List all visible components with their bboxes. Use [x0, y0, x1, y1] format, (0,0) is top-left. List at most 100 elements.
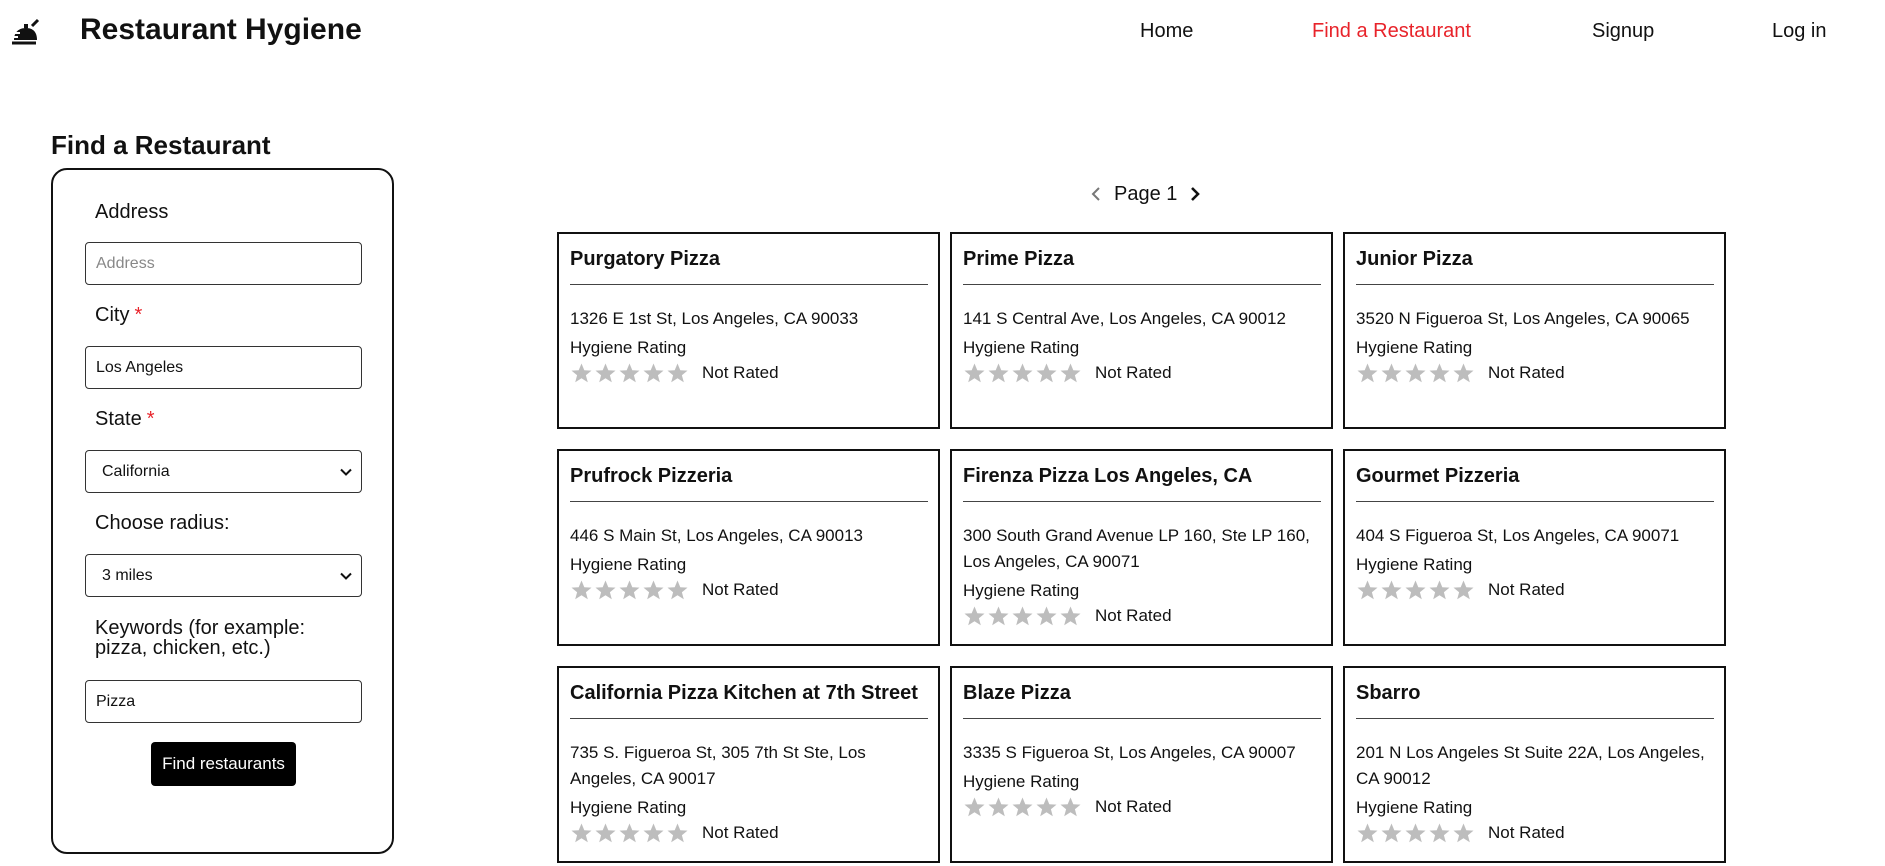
star-icon	[1036, 797, 1057, 816]
star-icon	[1036, 606, 1057, 625]
city-label-text: City	[95, 304, 130, 326]
restaurant-address: 446 S Main St, Los Angeles, CA 90013	[570, 526, 863, 545]
star-icon	[1012, 797, 1033, 816]
hygiene-rating-label: Hygiene Rating	[963, 338, 1080, 357]
brand-title[interactable]: Restaurant Hygiene	[80, 13, 362, 47]
restaurant-card[interactable]: Purgatory Pizza 1326 E 1st St, Los Angele…	[557, 232, 940, 429]
restaurant-name[interactable]: Blaze Pizza	[963, 682, 1323, 705]
hygiene-rating-label: Hygiene Rating	[570, 338, 687, 357]
restaurant-card[interactable]: Prime Pizza 141 S Central Ave, Los Angele…	[950, 232, 1333, 429]
restaurant-name[interactable]: California Pizza Kitchen at 7th Street	[570, 682, 930, 705]
star-icon	[619, 580, 640, 599]
hygiene-rating: Hygiene Rating Not Rated	[963, 579, 1172, 629]
rating-status: Not Rated	[1488, 580, 1565, 599]
radius-label: Choose radius:	[95, 512, 230, 534]
address-label: Address	[95, 201, 169, 223]
restaurant-card[interactable]: Prufrock Pizzeria 446 S Main St, Los Ange…	[557, 449, 940, 646]
star-icon	[667, 823, 688, 842]
star-icon	[643, 363, 664, 382]
hygiene-rating: Hygiene Rating Not Rated	[963, 770, 1172, 820]
search-form-card: Address City* State* California Choose r…	[51, 168, 394, 854]
rating-status: Not Rated	[702, 363, 779, 382]
star-icon	[1405, 823, 1426, 842]
state-select[interactable]: California	[85, 450, 362, 493]
star-icon	[1429, 580, 1450, 599]
rating-status: Not Rated	[702, 580, 779, 599]
card-divider	[570, 718, 928, 719]
restaurant-name[interactable]: Junior Pizza	[1356, 248, 1716, 271]
star-rating: Not Rated	[570, 360, 779, 386]
star-icon	[619, 363, 640, 382]
restaurant-cloche-icon[interactable]	[10, 18, 42, 48]
rating-status: Not Rated	[1095, 797, 1172, 816]
restaurant-card[interactable]: California Pizza Kitchen at 7th Street 73…	[557, 666, 940, 863]
card-divider	[570, 501, 928, 502]
top-header: Restaurant Hygiene Home Find a Restauran…	[0, 0, 1885, 64]
star-icon	[1012, 363, 1033, 382]
keywords-input[interactable]	[85, 680, 362, 723]
rating-status: Not Rated	[1095, 363, 1172, 382]
city-input[interactable]	[85, 346, 362, 389]
star-icon	[1381, 580, 1402, 599]
rating-status: Not Rated	[1488, 823, 1565, 842]
star-icon	[1405, 363, 1426, 382]
hygiene-rating-label: Hygiene Rating	[1356, 555, 1473, 574]
star-icon	[1357, 823, 1378, 842]
results-grid: Purgatory Pizza 1326 E 1st St, Los Angele…	[557, 232, 1727, 863]
star-icon	[595, 363, 616, 382]
star-icon	[619, 823, 640, 842]
star-icon	[667, 580, 688, 599]
chevron-right-icon[interactable]	[1185, 184, 1205, 204]
nav-login-link[interactable]: Log in	[1772, 20, 1827, 43]
restaurant-card[interactable]: Firenza Pizza Los Angeles, CA 300 South G…	[950, 449, 1333, 646]
restaurant-name[interactable]: Prufrock Pizzeria	[570, 465, 930, 488]
card-divider	[570, 284, 928, 285]
nav-signup-link[interactable]: Signup	[1592, 20, 1654, 43]
star-icon	[1060, 797, 1081, 816]
chevron-left-icon[interactable]	[1086, 184, 1106, 204]
find-restaurants-button[interactable]: Find restaurants	[151, 742, 296, 786]
star-icon	[1381, 823, 1402, 842]
restaurant-address: 735 S. Figueroa St, 305 7th St Ste, Los …	[570, 743, 866, 788]
restaurant-card[interactable]: Junior Pizza 3520 N Figueroa St, Los Ange…	[1343, 232, 1726, 429]
star-rating: Not Rated	[1356, 820, 1565, 846]
hygiene-rating-label: Hygiene Rating	[963, 772, 1080, 791]
restaurant-card[interactable]: Blaze Pizza 3335 S Figueroa St, Los Angel…	[950, 666, 1333, 863]
card-divider	[1356, 284, 1714, 285]
city-required-mark: *	[134, 304, 143, 326]
star-rating: Not Rated	[963, 360, 1172, 386]
star-rating: Not Rated	[963, 794, 1172, 820]
star-icon	[1453, 580, 1474, 599]
star-icon	[571, 823, 592, 842]
restaurant-name[interactable]: Firenza Pizza Los Angeles, CA	[963, 465, 1323, 488]
star-icon	[1429, 823, 1450, 842]
star-icon	[571, 580, 592, 599]
hygiene-rating: Hygiene Rating Not Rated	[570, 553, 779, 603]
address-input[interactable]	[85, 242, 362, 285]
star-icon	[1357, 580, 1378, 599]
nav-home-link[interactable]: Home	[1140, 20, 1193, 43]
hygiene-rating: Hygiene Rating Not Rated	[1356, 336, 1565, 386]
hygiene-rating-label: Hygiene Rating	[963, 581, 1080, 600]
radius-select[interactable]: 3 miles	[85, 554, 362, 597]
nav-find-restaurant-link[interactable]: Find a Restaurant	[1312, 20, 1471, 43]
star-rating: Not Rated	[570, 577, 779, 603]
restaurant-address: 141 S Central Ave, Los Angeles, CA 90012	[963, 309, 1286, 328]
restaurant-name[interactable]: Gourmet Pizzeria	[1356, 465, 1716, 488]
card-divider	[963, 501, 1321, 502]
restaurant-name[interactable]: Prime Pizza	[963, 248, 1323, 271]
star-icon	[643, 580, 664, 599]
restaurant-name[interactable]: Sbarro	[1356, 682, 1716, 705]
star-icon	[964, 363, 985, 382]
rating-status: Not Rated	[1095, 606, 1172, 625]
hygiene-rating: Hygiene Rating Not Rated	[570, 336, 779, 386]
star-rating: Not Rated	[1356, 360, 1565, 386]
restaurant-card[interactable]: Sbarro 201 N Los Angeles St Suite 22A, Lo…	[1343, 666, 1726, 863]
restaurant-card[interactable]: Gourmet Pizzeria 404 S Figueroa St, Los A…	[1343, 449, 1726, 646]
hygiene-rating: Hygiene Rating Not Rated	[963, 336, 1172, 386]
state-required-mark: *	[146, 408, 155, 430]
star-icon	[643, 823, 664, 842]
hygiene-rating: Hygiene Rating Not Rated	[570, 796, 779, 846]
state-label-text: State	[95, 408, 142, 430]
restaurant-name[interactable]: Purgatory Pizza	[570, 248, 930, 271]
